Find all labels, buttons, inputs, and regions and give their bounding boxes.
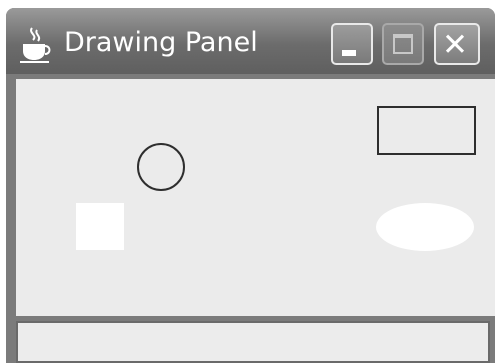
minimize-button[interactable]	[331, 23, 373, 65]
rectangle-shape	[377, 106, 476, 155]
minimize-icon	[342, 50, 356, 56]
drawing-canvas[interactable]	[16, 79, 495, 316]
square-shape	[76, 203, 124, 250]
maximize-icon	[393, 34, 413, 54]
circle-shape	[137, 143, 185, 191]
close-button[interactable]: ✕	[434, 23, 480, 65]
maximize-button[interactable]	[382, 23, 424, 65]
ellipse-shape	[376, 203, 474, 251]
title-bar[interactable]: Drawing Panel ✕	[6, 8, 495, 74]
close-icon: ✕	[442, 27, 468, 63]
drawing-surface	[76, 106, 476, 251]
drawing-panel-window: Drawing Panel ✕	[6, 8, 495, 363]
status-bar	[16, 321, 490, 363]
window-title: Drawing Panel	[64, 27, 258, 58]
java-cup-icon	[20, 27, 51, 63]
